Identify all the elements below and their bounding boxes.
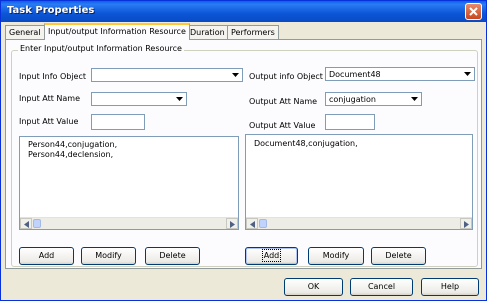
input-add-button[interactable]: Add bbox=[19, 247, 74, 265]
input-att-name-label: Input Att Name bbox=[19, 94, 81, 103]
tab-input-output-information-resource[interactable]: Input/output Information Resource bbox=[44, 23, 190, 40]
input-info-object-select[interactable] bbox=[91, 68, 243, 82]
output-modify-button[interactable]: Modify bbox=[308, 247, 364, 265]
output-att-value-field[interactable] bbox=[325, 114, 375, 130]
dropdown-arrow-icon[interactable] bbox=[409, 93, 421, 105]
output-info-object-value: Document48 bbox=[329, 70, 381, 79]
window-title: Task Properties bbox=[7, 5, 95, 16]
scroll-thumb[interactable] bbox=[33, 219, 41, 228]
output-att-name-value: conjugation bbox=[329, 95, 376, 104]
output-info-object-select[interactable]: Document48 bbox=[325, 67, 475, 81]
input-list-hscrollbar[interactable] bbox=[20, 217, 238, 229]
help-button[interactable]: Help bbox=[421, 278, 479, 296]
tab-duration[interactable]: Duration bbox=[186, 25, 229, 39]
close-button[interactable] bbox=[465, 3, 482, 20]
title-bar[interactable]: Task Properties bbox=[1, 1, 486, 22]
output-att-name-label: Output Att Name bbox=[249, 97, 318, 106]
list-item[interactable]: Person44,declension, bbox=[28, 150, 113, 159]
cancel-button[interactable]: Cancel bbox=[350, 278, 413, 296]
scroll-thumb[interactable] bbox=[259, 219, 267, 228]
tab-panel: Enter Input/output Information Resource … bbox=[5, 39, 482, 269]
input-output-groupbox: Enter Input/output Information Resource … bbox=[11, 44, 478, 267]
output-add-button[interactable]: Add bbox=[245, 247, 298, 265]
task-properties-dialog: Task Properties General Input/output Inf… bbox=[0, 0, 487, 301]
scroll-left-button[interactable] bbox=[246, 218, 258, 229]
scroll-right-button[interactable] bbox=[226, 218, 238, 229]
output-add-button-label: Add bbox=[261, 249, 282, 262]
input-delete-button[interactable]: Delete bbox=[145, 247, 200, 265]
dropdown-arrow-icon[interactable] bbox=[174, 93, 186, 105]
output-att-name-select[interactable]: conjugation bbox=[325, 92, 422, 106]
output-resource-list[interactable]: Document48,conjugation, bbox=[245, 134, 473, 230]
dropdown-arrow-icon[interactable] bbox=[462, 68, 474, 80]
output-list-hscrollbar[interactable] bbox=[246, 217, 472, 229]
list-item[interactable]: Document48,conjugation, bbox=[254, 139, 358, 148]
groupbox-title: Enter Input/output Information Resource bbox=[18, 44, 184, 53]
output-delete-button[interactable]: Delete bbox=[371, 247, 426, 265]
input-att-value-label: Input Att Value bbox=[19, 117, 79, 126]
list-item[interactable]: Person44,conjugation, bbox=[28, 140, 117, 149]
tab-performers[interactable]: Performers bbox=[227, 25, 279, 39]
dropdown-arrow-icon[interactable] bbox=[230, 69, 242, 81]
scroll-right-button[interactable] bbox=[460, 218, 472, 229]
input-att-name-select[interactable] bbox=[91, 92, 187, 106]
scroll-left-button[interactable] bbox=[20, 218, 32, 229]
input-info-object-label: Input Info Object bbox=[19, 72, 86, 81]
input-resource-list[interactable]: Person44,conjugation, Person44,declensio… bbox=[19, 136, 239, 230]
output-info-object-label: Output info Object bbox=[249, 72, 323, 81]
tab-general[interactable]: General bbox=[5, 25, 45, 39]
input-att-value-field[interactable] bbox=[91, 114, 145, 130]
ok-button[interactable]: OK bbox=[284, 278, 343, 296]
output-att-value-label: Output Att Value bbox=[249, 121, 316, 130]
input-modify-button[interactable]: Modify bbox=[81, 247, 136, 265]
